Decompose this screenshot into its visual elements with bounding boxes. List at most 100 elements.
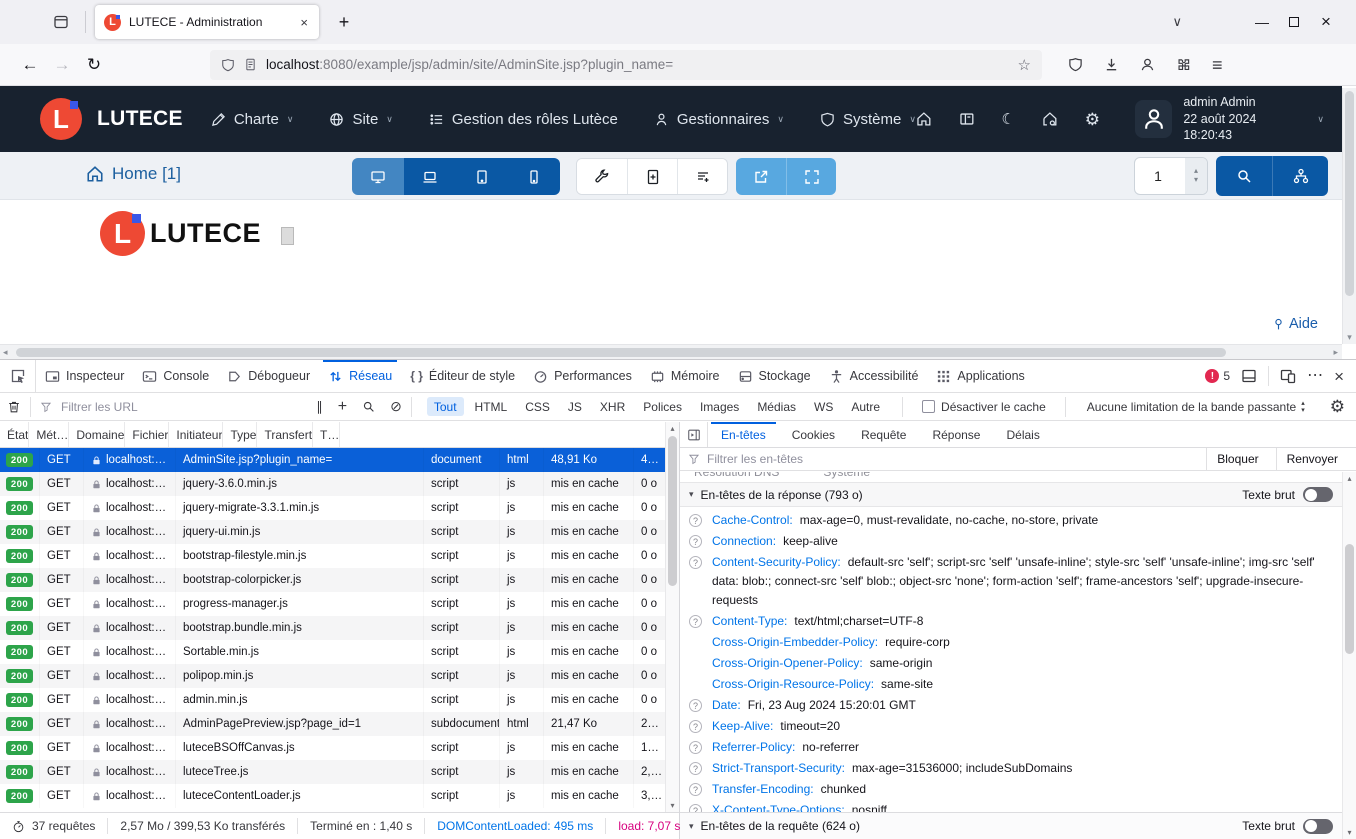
request-row[interactable]: 200 GET localhost:… polipop.min.js scrip… xyxy=(0,664,665,688)
pause-icon[interactable]: ∥ xyxy=(316,399,323,415)
block-request-button[interactable]: Bloquer xyxy=(1206,448,1268,470)
help-icon[interactable]: ? xyxy=(689,720,702,733)
tab-close-icon[interactable]: × xyxy=(298,15,310,30)
user-menu[interactable]: admin Admin 22 août 2024 18:20:43 ∨ xyxy=(1135,94,1324,145)
scrollbar-thumb[interactable] xyxy=(668,436,677,586)
tab-reseau[interactable]: Réseau xyxy=(319,360,401,392)
search-page-button[interactable] xyxy=(1216,156,1272,196)
scroll-left-arrow-icon[interactable]: ◂ xyxy=(3,347,8,358)
type-filter-button[interactable]: CSS xyxy=(518,397,557,416)
menu-item-roles[interactable]: Gestion des rôles Lutèce xyxy=(429,111,618,128)
header-name[interactable]: Cross-Origin-Opener-Policy xyxy=(712,656,863,670)
laptop-preview-button[interactable] xyxy=(404,158,456,195)
tab-debogueur[interactable]: Débogueur xyxy=(218,360,319,392)
header-name[interactable]: Cache-Control xyxy=(712,513,793,527)
header-name[interactable]: Connection xyxy=(712,534,776,548)
header-name[interactable]: Referrer-Policy xyxy=(712,740,795,754)
request-row[interactable]: 200 GET localhost:… bootstrap.bundle.min… xyxy=(0,616,665,640)
dark-mode-moon-icon[interactable]: ☾ xyxy=(1002,112,1015,127)
help-icon[interactable]: ? xyxy=(689,804,702,813)
help-icon[interactable]: ? xyxy=(689,741,702,754)
search-icon[interactable] xyxy=(362,400,375,413)
header-name[interactable]: Cross-Origin-Embedder-Policy xyxy=(712,635,878,649)
header-name[interactable]: Transfer-Encoding xyxy=(712,782,814,796)
browser-tab[interactable]: L LUTECE - Administration × xyxy=(95,5,319,39)
request-row[interactable]: 200 GET localhost:… jquery-migrate-3.3.1… xyxy=(0,496,665,520)
new-tab-button[interactable]: + xyxy=(329,7,359,37)
header-name[interactable]: X-Content-Type-Options xyxy=(712,803,845,812)
request-row[interactable]: 200 GET localhost:… luteceBSOffCanvas.js… xyxy=(0,736,665,760)
request-row[interactable]: 200 GET localhost:… jquery-3.6.0.min.js … xyxy=(0,472,665,496)
column-header[interactable]: Domaine xyxy=(69,422,125,447)
menu-hamburger-icon[interactable]: ≡ xyxy=(1212,56,1223,74)
disable-cache-checkbox[interactable] xyxy=(922,400,935,413)
menu-item-systeme[interactable]: Système ∨ xyxy=(820,111,916,128)
header-name[interactable]: Content-Type xyxy=(712,614,787,628)
number-stepper[interactable]: ▴▾ xyxy=(1185,158,1207,194)
headers-filter-input[interactable] xyxy=(707,452,1199,466)
menu-item-site[interactable]: Site ∨ xyxy=(329,111,392,128)
help-icon[interactable]: ? xyxy=(689,615,702,628)
add-page-button[interactable] xyxy=(627,159,677,194)
throttling-dropdown[interactable]: Aucune limitation de la bande passante ▴… xyxy=(1075,400,1317,414)
header-name[interactable]: Cross-Origin-Resource-Policy xyxy=(712,677,874,691)
help-icon[interactable]: ? xyxy=(689,762,702,775)
header-name[interactable]: Date xyxy=(712,698,741,712)
lutece-logo[interactable]: L xyxy=(40,98,82,140)
help-icon[interactable]: ? xyxy=(689,699,702,712)
request-row[interactable]: 200 GET localhost:… bootstrap-colorpicke… xyxy=(0,568,665,592)
page-horizontal-scrollbar[interactable]: ◂ ▸ xyxy=(0,344,1342,359)
bookmark-star-icon[interactable]: ☆ xyxy=(1018,56,1031,74)
tab-stockage[interactable]: Stockage xyxy=(729,360,820,392)
details-scrollbar[interactable]: ▴ ▾ xyxy=(1342,472,1356,839)
disable-cache-option[interactable]: Désactiver le cache xyxy=(912,400,1056,414)
page-vertical-scrollbar[interactable]: ▾ xyxy=(1342,88,1356,344)
sitemap-button[interactable] xyxy=(1272,156,1328,196)
step-down-icon[interactable]: ▾ xyxy=(1194,176,1198,185)
request-list-scrollbar[interactable]: ▴ ▾ xyxy=(665,422,679,812)
gear-icon[interactable]: ⚙ xyxy=(1085,111,1100,128)
response-headers-section[interactable]: ▾ En-têtes de la réponse (793 o) Texte b… xyxy=(680,482,1342,507)
error-count-badge[interactable]: ! 5 xyxy=(1205,369,1230,383)
menu-item-gestionnaires[interactable]: Gestionnaires ∨ xyxy=(654,111,784,128)
type-filter-button[interactable]: XHR xyxy=(593,397,632,416)
help-icon[interactable]: ? xyxy=(689,514,702,527)
window-close-button[interactable]: × xyxy=(1310,12,1342,32)
column-header[interactable]: Initiateur xyxy=(169,422,223,447)
scroll-down-arrow-icon[interactable]: ▾ xyxy=(1343,828,1356,837)
request-row[interactable]: 200 GET localhost:… AdminPagePreview.jsp… xyxy=(0,712,665,736)
brand-name[interactable]: LUTECE xyxy=(97,107,183,131)
raw-toggle-switch[interactable] xyxy=(1303,819,1333,834)
help-link[interactable]: Aide xyxy=(1272,316,1318,332)
type-filter-button[interactable]: Médias xyxy=(750,397,803,416)
details-tab[interactable]: Délais xyxy=(993,422,1052,447)
url-bar[interactable]: localhost:8080/example/jsp/admin/site/Ad… xyxy=(210,50,1042,80)
network-settings-gear-icon[interactable]: ⚙ xyxy=(1330,398,1345,415)
scroll-up-arrow-icon[interactable]: ▴ xyxy=(666,424,679,433)
tab-accessibilite[interactable]: Accessibilité xyxy=(820,360,928,392)
request-row[interactable]: 200 GET localhost:… Sortable.min.js scri… xyxy=(0,640,665,664)
tab-console[interactable]: Console xyxy=(133,360,218,392)
scrollbar-thumb[interactable] xyxy=(1345,91,1354,296)
open-site-button[interactable] xyxy=(736,158,786,195)
pick-element-button[interactable] xyxy=(0,360,36,392)
account-icon[interactable] xyxy=(1140,57,1155,72)
scroll-down-arrow-icon[interactable]: ▾ xyxy=(666,801,679,810)
column-header[interactable]: Mét… xyxy=(29,422,69,447)
request-row[interactable]: 200 GET localhost:… admin.min.js script … xyxy=(0,688,665,712)
request-row[interactable]: 200 GET localhost:… luteceTree.js script… xyxy=(0,760,665,784)
page-info-icon[interactable] xyxy=(244,58,257,71)
details-tab[interactable]: En-têtes xyxy=(708,422,779,447)
responsive-design-icon[interactable] xyxy=(1280,368,1296,384)
block-icon[interactable]: ⊘ xyxy=(390,398,402,415)
menu-item-charte[interactable]: Charte ∨ xyxy=(211,111,294,128)
home-settings-icon[interactable] xyxy=(1042,111,1058,127)
requests-count[interactable]: 37 requêtes xyxy=(0,818,107,834)
list-tabs-chevron-icon[interactable]: ∨ xyxy=(1172,14,1182,30)
type-filter-button[interactable]: Polices xyxy=(636,397,689,416)
type-filter-button[interactable]: WS xyxy=(807,397,840,416)
collapsed-element[interactable] xyxy=(281,227,294,245)
home-icon[interactable] xyxy=(916,111,932,127)
devtools-close-icon[interactable]: × xyxy=(1334,368,1344,385)
breadcrumb-home[interactable]: Home [1] xyxy=(86,164,181,184)
